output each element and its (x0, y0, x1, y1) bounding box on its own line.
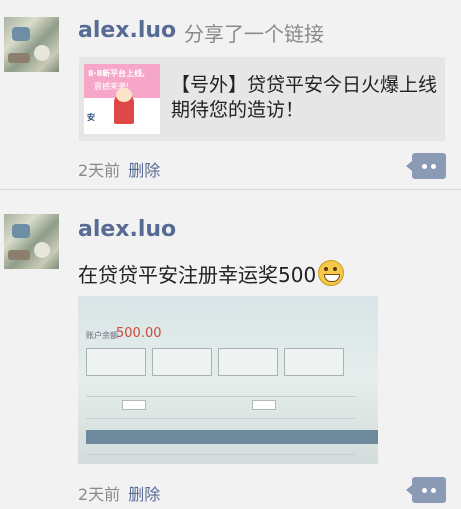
delete-link[interactable]: 删除 (128, 485, 160, 504)
post-meta: 2天前 删除 (78, 481, 160, 505)
comment-ellipsis-icon (412, 153, 446, 179)
post-time: 2天前 (78, 161, 121, 180)
link-thumbnail: 8·8新平台上线, 震撼来袭! 安 (84, 64, 160, 134)
post-meta: 2天前 删除 (78, 157, 160, 181)
post-text: 在贷贷平安注册幸运奖500 (78, 259, 345, 288)
author-name[interactable]: alex.luo (78, 18, 176, 43)
avatar[interactable] (4, 17, 59, 72)
share-action-text: 分享了一个链接 (184, 22, 324, 46)
divider (0, 189, 461, 190)
post-photo[interactable]: 账户余额 500.00 (78, 296, 378, 464)
link-title: 【号外】贷贷平安今日火爆上线 期待您的造访！ (171, 74, 438, 121)
comment-ellipsis-icon (412, 477, 446, 503)
comment-button[interactable] (406, 477, 446, 503)
comment-button[interactable] (406, 153, 446, 179)
post-time: 2天前 (78, 485, 121, 504)
avatar[interactable] (4, 214, 59, 269)
shared-link-card[interactable]: 8·8新平台上线, 震撼来袭! 安 【号外】贷贷平安今日火爆上线 期待您的造访！ (79, 57, 445, 141)
author-name[interactable]: alex.luo (78, 217, 176, 242)
grinning-face-icon (318, 260, 345, 286)
delete-link[interactable]: 删除 (128, 161, 160, 180)
